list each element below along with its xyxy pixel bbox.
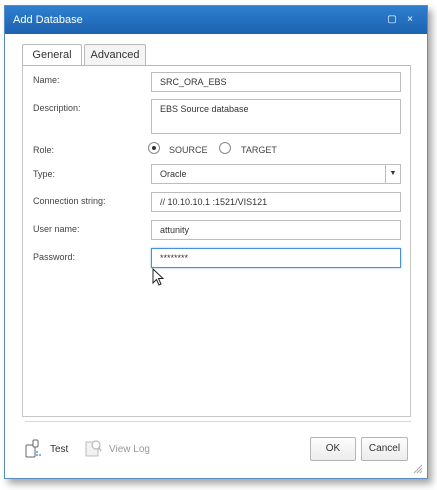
description-label: Description: — [33, 103, 81, 113]
role-target-label[interactable]: TARGET — [241, 145, 277, 155]
view-log-label[interactable]: View Log — [109, 444, 150, 455]
add-database-dialog: Add Database ▢ × General Advanced Name: … — [4, 5, 428, 479]
dropdown-arrow-icon[interactable]: ▼ — [385, 165, 400, 183]
tab-advanced-label: Advanced — [90, 49, 140, 61]
view-log-icon[interactable] — [85, 439, 103, 459]
test-label[interactable]: Test — [50, 444, 68, 455]
close-icon[interactable]: × — [403, 13, 417, 27]
password-label: Password: — [33, 252, 76, 262]
type-select[interactable]: Oracle ▼ — [151, 164, 401, 184]
role-source-label[interactable]: SOURCE — [169, 145, 208, 155]
name-input[interactable]: SRC_ORA_EBS — [151, 72, 401, 92]
connection-string-input[interactable]: // 10.10.10.1 :1521/VIS121 — [151, 192, 401, 212]
restore-icon[interactable]: ▢ — [385, 13, 399, 27]
password-input[interactable]: ******** — [151, 248, 401, 268]
connection-string-label: Connection string: — [33, 196, 106, 206]
mouse-cursor-icon — [152, 267, 166, 290]
radio-unselected-icon[interactable] — [219, 142, 231, 154]
username-input[interactable]: attunity — [151, 220, 401, 240]
tab-general-label: General — [32, 49, 72, 61]
cancel-button[interactable]: Cancel — [361, 437, 408, 461]
type-select-value: Oracle — [160, 169, 187, 179]
type-label: Type: — [33, 169, 56, 179]
title-bar[interactable]: Add Database ▢ × — [5, 6, 427, 34]
ok-button[interactable]: OK — [310, 437, 356, 461]
footer-divider — [25, 421, 411, 422]
role-label: Role: — [33, 145, 55, 155]
dialog-title: Add Database — [13, 14, 83, 26]
resize-grip-icon[interactable] — [411, 462, 423, 474]
username-label: User name: — [33, 224, 80, 234]
tab-general[interactable]: General — [22, 44, 82, 67]
name-label: Name: — [33, 75, 60, 85]
description-textarea[interactable]: EBS Source database — [151, 99, 401, 134]
radio-selected-icon[interactable] — [148, 142, 160, 154]
test-connection-icon[interactable] — [25, 439, 43, 461]
tab-advanced[interactable]: Advanced — [84, 44, 146, 66]
